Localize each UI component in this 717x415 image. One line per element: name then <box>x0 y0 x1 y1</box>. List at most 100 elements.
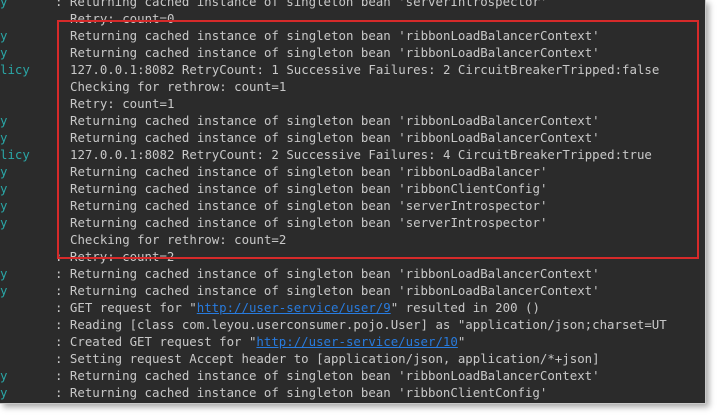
log-line: y Returning cached instance of singleton… <box>0 214 705 231</box>
log-message: Returning cached instance of singleton b… <box>70 129 600 146</box>
log-separator: : <box>55 317 70 332</box>
log-text: Returning cached instance of singleton b… <box>70 164 548 179</box>
log-line: Retry: count=1 <box>0 95 705 112</box>
log-line: y Returning cached instance of singleton… <box>0 180 705 197</box>
log-message: Returning cached instance of singleton b… <box>70 197 547 214</box>
log-message: 127.0.0.1:8082 RetryCount: 1 Successive … <box>70 61 659 78</box>
log-line: y : Returning cached instance of singlet… <box>0 367 705 384</box>
log-line: licy 127.0.0.1:8082 RetryCount: 2 Succes… <box>0 146 705 163</box>
log-message: Returning cached instance of singleton b… <box>70 163 547 180</box>
log-message: : Setting request Accept header to [appl… <box>55 350 600 367</box>
logger-name: y <box>0 0 8 9</box>
logger-name: licy <box>0 62 30 77</box>
log-text: Returning cached instance of singleton b… <box>70 215 548 230</box>
log-line: : Retry: count=2 <box>0 248 705 265</box>
log-message: : Returning cached instance of singleton… <box>55 384 547 401</box>
logger-name: y <box>0 164 8 179</box>
logger-name: y <box>0 215 8 230</box>
log-text: Returning cached instance of singleton b… <box>70 28 600 43</box>
request-url-link[interactable]: http://user-service/user/9 <box>197 300 391 315</box>
log-text: Returning cached instance of singleton b… <box>69 266 600 281</box>
log-line: y : Returning cached instance of singlet… <box>0 0 705 10</box>
log-separator: : <box>55 368 70 383</box>
log-separator: : <box>55 249 70 264</box>
log-text: 127.0.0.1:8082 RetryCount: 2 Successive … <box>70 147 652 162</box>
log-text-suffix: " resulted in 200 () <box>390 300 540 315</box>
log-line: y Returning cached instance of singleton… <box>0 197 705 214</box>
log-text: 127.0.0.1:8082 RetryCount: 1 Successive … <box>70 62 660 77</box>
log-line: Checking for rethrow: count=1 <box>0 78 705 95</box>
logger-name: y <box>0 385 8 400</box>
log-message: : Retry: count=2 <box>55 248 174 265</box>
log-message: Retry: count=1 <box>70 95 174 112</box>
log-line: Retry: count=0 <box>0 10 705 27</box>
log-line: : GET request for "http://user-service/u… <box>0 299 705 316</box>
log-message: Returning cached instance of singleton b… <box>70 27 600 44</box>
logger-name: licy <box>0 147 30 162</box>
log-line: y Returning cached instance of singleton… <box>0 163 705 180</box>
log-message: Retry: count=0 <box>70 10 174 27</box>
logger-name: y <box>0 368 8 383</box>
log-line: y Returning cached instance of singleton… <box>0 44 705 61</box>
log-line: Checking for rethrow: count=2 <box>0 231 705 248</box>
log-text: Returning cached instance of singleton b… <box>69 368 600 383</box>
logger-name: y <box>0 266 8 281</box>
log-text: Checking for rethrow: count=2 <box>70 232 287 247</box>
log-text: Reading [class com.leyou.userconsumer.po… <box>69 317 667 332</box>
log-message: Returning cached instance of singleton b… <box>70 44 600 61</box>
log-text-suffix: " <box>457 334 466 349</box>
log-text: Setting request Accept header to [applic… <box>69 351 600 366</box>
log-message: 127.0.0.1:8082 RetryCount: 2 Successive … <box>70 146 652 163</box>
log-message: : Returning cached instance of singleton… <box>55 265 600 282</box>
logger-name: y <box>0 181 8 196</box>
log-line: y Returning cached instance of singleton… <box>0 27 705 44</box>
log-text: Returning cached instance of singleton b… <box>70 45 600 60</box>
logger-name: y <box>0 28 8 43</box>
log-separator: : <box>55 300 70 315</box>
log-message: : GET request for "http://user-service/u… <box>55 299 540 316</box>
logger-name: y <box>0 45 8 60</box>
log-separator: : <box>55 0 70 9</box>
log-text: Returning cached instance of singleton b… <box>70 130 600 145</box>
logger-name: y <box>0 130 8 145</box>
log-text: Created GET request for " <box>69 334 257 349</box>
log-text: GET request for " <box>69 300 197 315</box>
log-text: Returning cached instance of singleton b… <box>69 385 548 400</box>
log-line: licy 127.0.0.1:8082 RetryCount: 1 Succes… <box>0 61 705 78</box>
logger-name: y <box>0 113 8 128</box>
log-separator: : <box>55 283 70 298</box>
log-text: Returning cached instance of singleton b… <box>70 181 548 196</box>
log-message: Returning cached instance of singleton b… <box>70 214 547 231</box>
log-line: y : Returning cached instance of singlet… <box>0 384 705 401</box>
log-text: Returning cached instance of singleton b… <box>69 0 548 9</box>
log-message: : Returning cached instance of singleton… <box>55 367 600 384</box>
logger-name: y <box>0 283 8 298</box>
console-window[interactable]: y : Returning cached instance of singlet… <box>0 0 706 404</box>
log-message: : Returning cached instance of singleton… <box>55 282 600 299</box>
log-message: : Created GET request for "http://user-s… <box>55 333 465 350</box>
log-message: : Reading [class com.leyou.userconsumer.… <box>55 316 667 333</box>
logger-name: y <box>0 198 8 213</box>
log-line: : Setting request Accept header to [appl… <box>0 350 705 367</box>
log-separator: : <box>55 334 70 349</box>
log-message: Returning cached instance of singleton b… <box>70 180 547 197</box>
log-separator: : <box>55 351 70 366</box>
log-line: y : Returning cached instance of singlet… <box>0 265 705 282</box>
log-line: y Returning cached instance of singleton… <box>0 129 705 146</box>
log-text: Checking for rethrow: count=1 <box>70 79 287 94</box>
request-url-link[interactable]: http://user-service/user/10 <box>256 334 457 349</box>
log-text: Retry: count=2 <box>69 249 175 264</box>
log-line: y Returning cached instance of singleton… <box>0 112 705 129</box>
log-message: Returning cached instance of singleton b… <box>70 112 600 129</box>
log-text: Returning cached instance of singleton b… <box>70 113 600 128</box>
log-text: Returning cached instance of singleton b… <box>70 198 548 213</box>
log-message: Checking for rethrow: count=2 <box>70 231 286 248</box>
log-text: Retry: count=1 <box>70 96 175 111</box>
log-line: y : Returning cached instance of singlet… <box>0 282 705 299</box>
log-separator: : <box>55 385 70 400</box>
log-line: : Reading [class com.leyou.userconsumer.… <box>0 316 705 333</box>
console-log: y : Returning cached instance of singlet… <box>0 0 705 401</box>
log-text: Returning cached instance of singleton b… <box>69 283 600 298</box>
log-message: : Returning cached instance of singleton… <box>55 0 547 10</box>
log-line: : Created GET request for "http://user-s… <box>0 333 705 350</box>
